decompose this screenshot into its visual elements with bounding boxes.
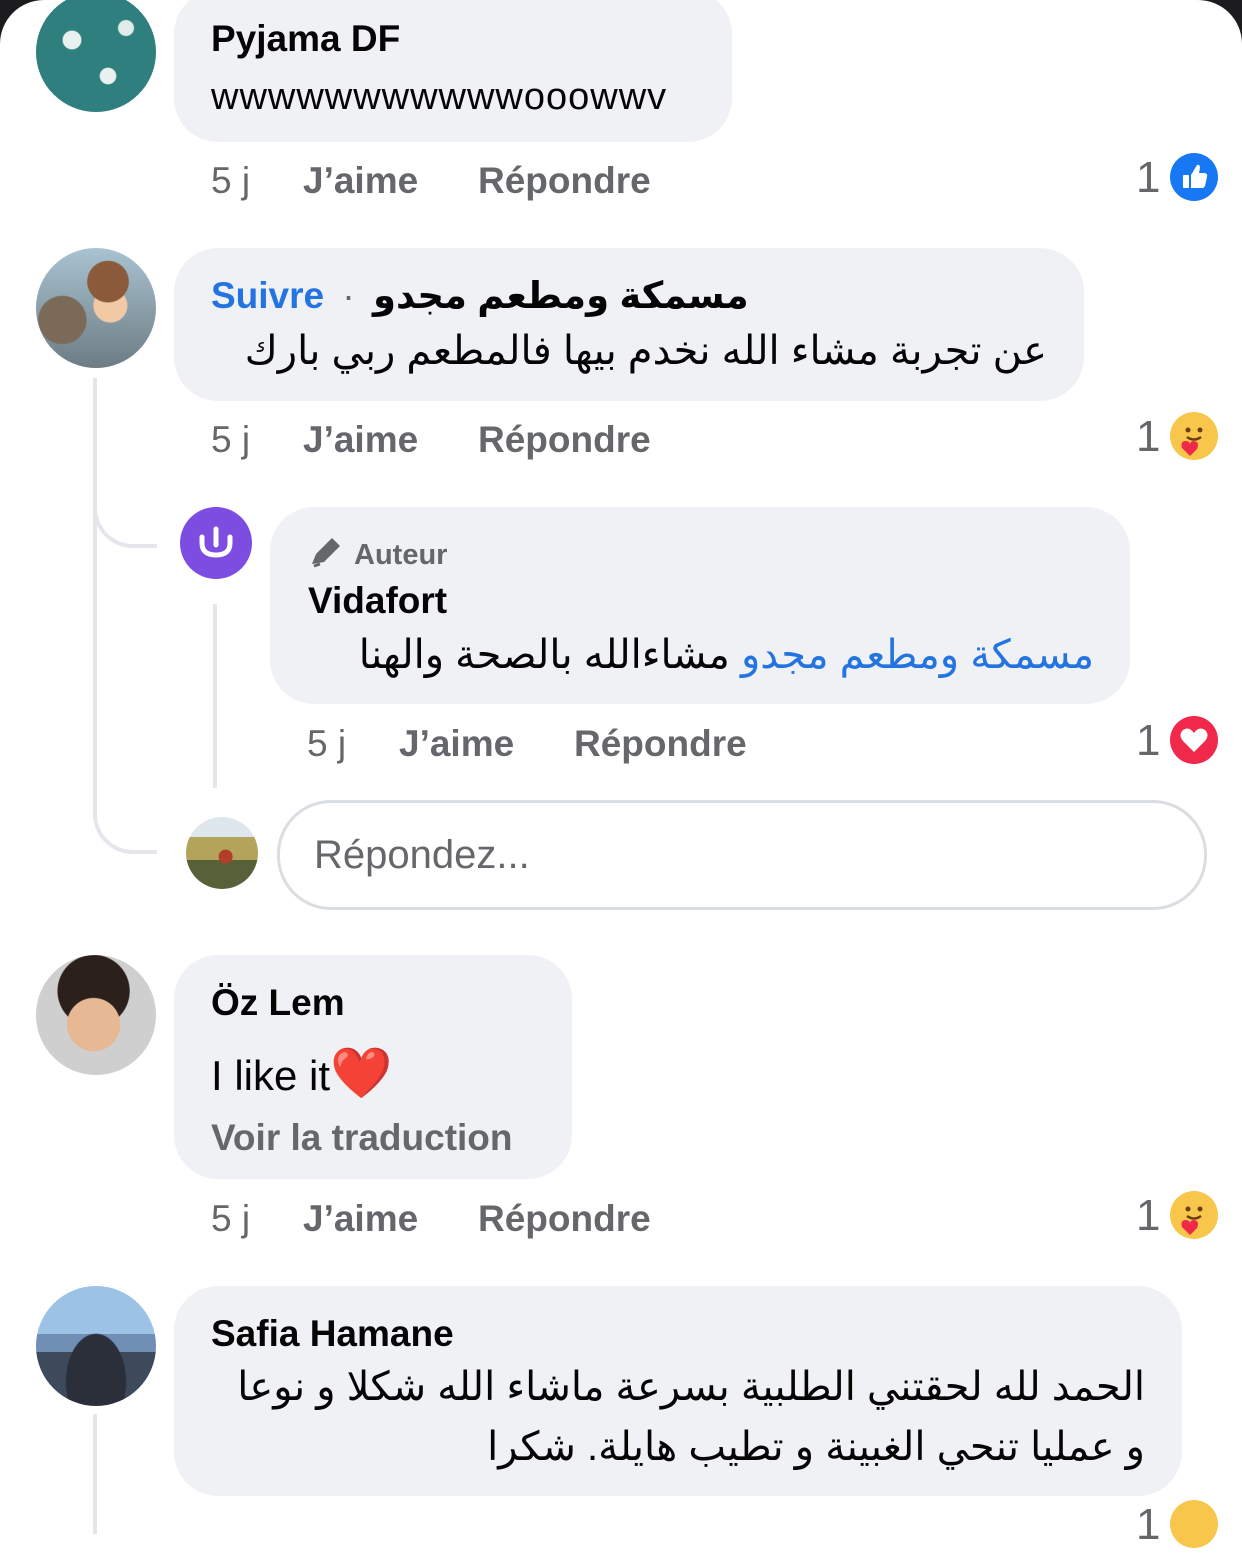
comment-text: عن تجربة مشاء الله نخدم بيها فالمطعم ربي… — [244, 329, 1047, 373]
care-icon[interactable] — [1170, 412, 1218, 460]
comment-time: 5 j — [211, 1198, 251, 1239]
thread-connector — [93, 806, 157, 854]
reaction-count[interactable]: 1 — [1136, 412, 1160, 462]
reaction-count[interactable]: 1 — [1136, 1500, 1160, 1550]
avatar[interactable] — [36, 1286, 156, 1406]
reply-button[interactable]: Répondre — [478, 1198, 651, 1240]
reply-input[interactable]: Répondez... — [277, 800, 1207, 910]
separator: · — [342, 275, 355, 316]
reply-button[interactable]: Répondre — [478, 419, 651, 461]
reaction-count[interactable]: 1 — [1136, 1191, 1160, 1241]
like-button[interactable]: J’aime — [303, 1198, 418, 1240]
comment-text: الحمد لله لحقتني الطلبية بسرعة ماشاء الل… — [237, 1365, 1145, 1409]
comment-time: 5 j — [211, 160, 251, 201]
comment-text: و عمليا تنحي الغبينة و تطيب هايلة. شكرا — [487, 1425, 1145, 1469]
comment-author[interactable]: Öz Lem — [211, 982, 345, 1024]
current-user-avatar[interactable] — [186, 817, 258, 889]
reply-text: مسمكة ومطعم مجدو مشاءالله بالصحة والهنا — [308, 632, 1094, 678]
reply-thread-line — [213, 604, 217, 788]
reaction-count[interactable]: 1 — [1136, 716, 1160, 766]
like-icon[interactable] — [1170, 153, 1218, 201]
comment-header: Suivre · مسمكة ومطعم مجدو — [211, 274, 749, 317]
comment-author[interactable]: Pyjama DF — [211, 18, 400, 60]
reaction-count[interactable]: 1 — [1136, 153, 1160, 203]
care-icon[interactable] — [1170, 1191, 1218, 1239]
pencil-icon — [308, 534, 344, 576]
like-button[interactable]: J’aime — [303, 160, 418, 202]
reply-button[interactable]: Répondre — [574, 723, 747, 765]
follow-button[interactable]: Suivre — [211, 275, 324, 316]
reply-text-body: مشاءالله بالصحة والهنا — [358, 633, 730, 677]
love-icon[interactable] — [1170, 716, 1218, 764]
red-heart-emoji: ❤️ — [330, 1045, 393, 1101]
comments-sheet: Pyjama DF wwwwwwwwwwwooowwv 5 j J’aime R… — [0, 0, 1242, 1560]
reply-button[interactable]: Répondre — [478, 160, 651, 202]
thread-line — [93, 1414, 97, 1534]
comment-bubble — [174, 248, 1084, 401]
reply-time: 5 j — [307, 723, 347, 764]
comment-author[interactable]: مسمكة ومطعم مجدو — [373, 275, 749, 316]
comment-text: wwwwwwwwwwwooowwv — [211, 76, 668, 118]
avatar[interactable] — [180, 507, 252, 579]
avatar[interactable] — [36, 955, 156, 1075]
avatar[interactable] — [36, 248, 156, 368]
comment-author[interactable]: Safia Hamane — [211, 1313, 454, 1355]
comment-text-body: I like it — [211, 1052, 331, 1099]
comment-time: 5 j — [211, 419, 251, 460]
thread-line — [93, 378, 97, 818]
mention-link[interactable]: مسمكة ومطعم مجدو — [741, 633, 1094, 677]
author-badge: Auteur — [308, 534, 447, 576]
care-icon[interactable] — [1170, 1500, 1218, 1548]
like-button[interactable]: J’aime — [399, 723, 514, 765]
reply-author[interactable]: Vidafort — [308, 580, 447, 622]
author-badge-label: Auteur — [354, 539, 448, 571]
avatar[interactable] — [36, 0, 156, 112]
reply-input-placeholder: Répondez... — [314, 833, 530, 877]
comment-text: I like it❤️ — [211, 1044, 392, 1103]
thread-connector — [93, 500, 157, 548]
like-button[interactable]: J’aime — [303, 419, 418, 461]
see-translation-link[interactable]: Voir la traduction — [211, 1117, 513, 1159]
